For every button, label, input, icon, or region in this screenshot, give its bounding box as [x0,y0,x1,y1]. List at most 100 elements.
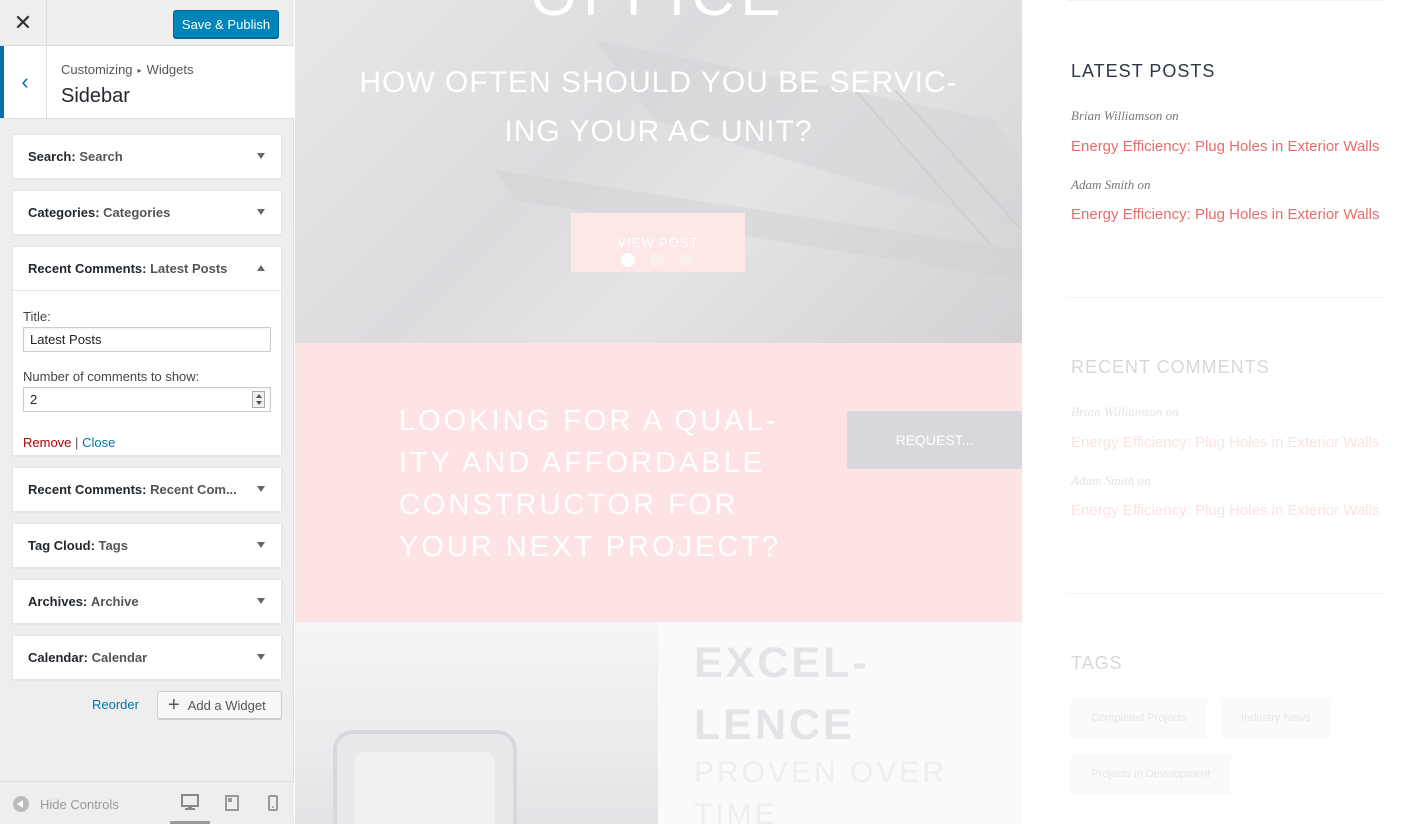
title-label: Title: [23,309,51,324]
widget-instance-title: Search [79,149,123,164]
breadcrumb: Customizing ▸ Widgets [61,62,194,77]
desktop-icon [181,793,199,810]
tag-pill[interactable]: Completed Projects [1071,698,1207,738]
breadcrumb-parent: Widgets [146,62,194,77]
chevron-down-icon[interactable] [257,153,265,159]
widget-form: Title: Number of comments to show: 2 Rem… [13,290,281,455]
customizer-footer: Hide Controls [0,781,294,824]
hero-title: HOW OFTEN SHOULD YOU BE SERVIC-ING YOUR … [359,66,958,148]
widget-tag-cloud: Tag Cloud: Tags [12,523,282,568]
chevron-down-icon[interactable] [257,542,265,548]
divider [1067,593,1385,594]
number-value: 2 [30,392,38,407]
widget-type: Recent Comments: [28,482,147,497]
widget-title: Calendar: Calendar [28,650,147,665]
widget-recent-comments: Recent Comments: Recent Com... [12,467,282,512]
section-title: ‹ Customizing ▸ Widgets Sidebar [0,46,294,119]
latest-posts-heading: LATEST POSTS [1071,61,1216,81]
tag-pill[interactable]: Projects in Development [1071,754,1231,794]
recent-comments-heading: RECENT COMMENTS [1071,357,1270,377]
breadcrumb-separator-icon: ▸ [137,66,142,75]
remove-link[interactable]: Remove [23,435,71,450]
widget-header[interactable]: Categories: Categories [13,191,281,234]
widget-type: Calendar: [28,650,88,665]
tags-heading: TAGS [1071,653,1123,673]
hide-controls-button[interactable]: Hide Controls [13,796,119,812]
divider [1067,297,1385,298]
controls-separator: | [75,435,79,450]
chevron-left-icon: ‹ [21,69,29,94]
comment-post-link[interactable]: Energy Efficiency: Plug Holes in Exterio… [1071,206,1379,223]
widget-instance-title: Categories [103,205,171,220]
widget-instance-title: Latest Posts [150,261,228,276]
chevron-down-icon[interactable] [257,209,265,215]
widget-header[interactable]: Archives: Archive [13,580,281,623]
widget-type: Search: [28,149,76,164]
excellence-image [295,622,658,824]
widget-title: Categories: Categories [28,205,170,220]
breadcrumb-root: Customizing [61,62,133,77]
chevron-up-icon[interactable] [257,265,265,271]
back-button[interactable]: ‹ [0,46,47,118]
widget-title: Recent Comments: Latest Posts [28,261,227,276]
save-publish-button[interactable]: Save & Publish [173,10,279,38]
comment-author: Brian Williamson on [1071,108,1179,123]
widget-type: Tag Cloud: [28,538,95,553]
divider [1067,0,1385,1]
cta-text: LOOKING FOR A QUAL-ITY AND AFFORDABLE CO… [399,405,782,563]
add-widget-button[interactable]: + Add a Widget [157,691,282,719]
preview-sidebar: LATEST POSTS Brian Williamson on Energy … [1047,0,1411,824]
chevron-down-icon[interactable] [257,654,265,660]
widget-instance-title: Recent Com... [150,482,237,497]
slider-dot-active[interactable] [621,253,635,267]
hero-top-text: OFFICE [295,0,1022,29]
comment-post-link[interactable]: Energy Efficiency: Plug Holes in Exterio… [1071,434,1379,451]
reorder-link[interactable]: Reorder [92,697,139,712]
comment-post-link[interactable]: Energy Efficiency: Plug Holes in Exterio… [1071,138,1379,155]
customizer-header: ✕ Save & Publish [0,0,294,46]
widget-header[interactable]: Tag Cloud: Tags [13,524,281,567]
preview-tablet-button[interactable] [212,782,252,824]
hide-controls-label: Hide Controls [40,796,119,812]
number-input[interactable]: 2 [23,387,271,412]
chevron-down-icon[interactable] [257,486,265,492]
hero-slider: OFFICE HOW OFTEN SHOULD YOU BE SERVIC-IN… [295,0,1022,343]
widget-type: Archives: [28,594,88,609]
widget-header[interactable]: Recent Comments: Recent Com... [13,468,281,511]
chevron-down-icon[interactable] [257,598,265,604]
close-icon: ✕ [13,10,33,35]
comment-author: Adam Smith on [1071,473,1151,488]
preview-desktop-button[interactable] [170,782,210,824]
section-name: Sidebar [61,85,130,107]
widget-title: Search: Search [28,149,123,164]
slider-dot[interactable] [650,253,664,267]
comment-post-link[interactable]: Energy Efficiency: Plug Holes in Exterio… [1071,502,1379,519]
widget-header[interactable]: Search: Search [13,135,281,178]
slider-dot[interactable] [679,253,693,267]
add-widget-label: Add a Widget [187,697,266,713]
tablet-icon [225,795,239,811]
widget-archives: Archives: Archive [12,579,282,624]
widget-instance-title: Archive [90,594,139,609]
widget-title: Tag Cloud: Tags [28,538,128,553]
number-label: Number of comments to show: [23,369,200,384]
preview-mobile-button[interactable] [253,782,293,824]
plus-icon: + [168,694,180,716]
number-stepper[interactable] [252,391,265,408]
widget-calendar: Calendar: Calendar [12,635,282,680]
close-customizer-button[interactable]: ✕ [0,0,47,46]
close-link[interactable]: Close [82,435,115,450]
excellence-title: EXCEL-LENCE [694,639,870,749]
widget-header[interactable]: Calendar: Calendar [13,636,281,679]
widget-instance-title: Tags [98,538,128,553]
customizer-panel: ✕ Save & Publish ‹ Customizing ▸ Widgets S… [0,0,294,824]
tag-pill[interactable]: Industry News [1221,698,1331,738]
request-button[interactable]: REQUEST... [847,411,1022,469]
widget-type: Categories: [28,205,100,220]
title-input[interactable] [23,327,271,352]
comment-author: Adam Smith on [1071,177,1151,192]
widget-header[interactable]: Recent Comments: Latest Posts [13,247,281,290]
appliance-image [333,730,517,824]
widget-title: Recent Comments: Recent Com... [28,482,237,497]
widget-recent-comments-expanded: Recent Comments: Latest Posts Title: Num… [12,246,282,456]
